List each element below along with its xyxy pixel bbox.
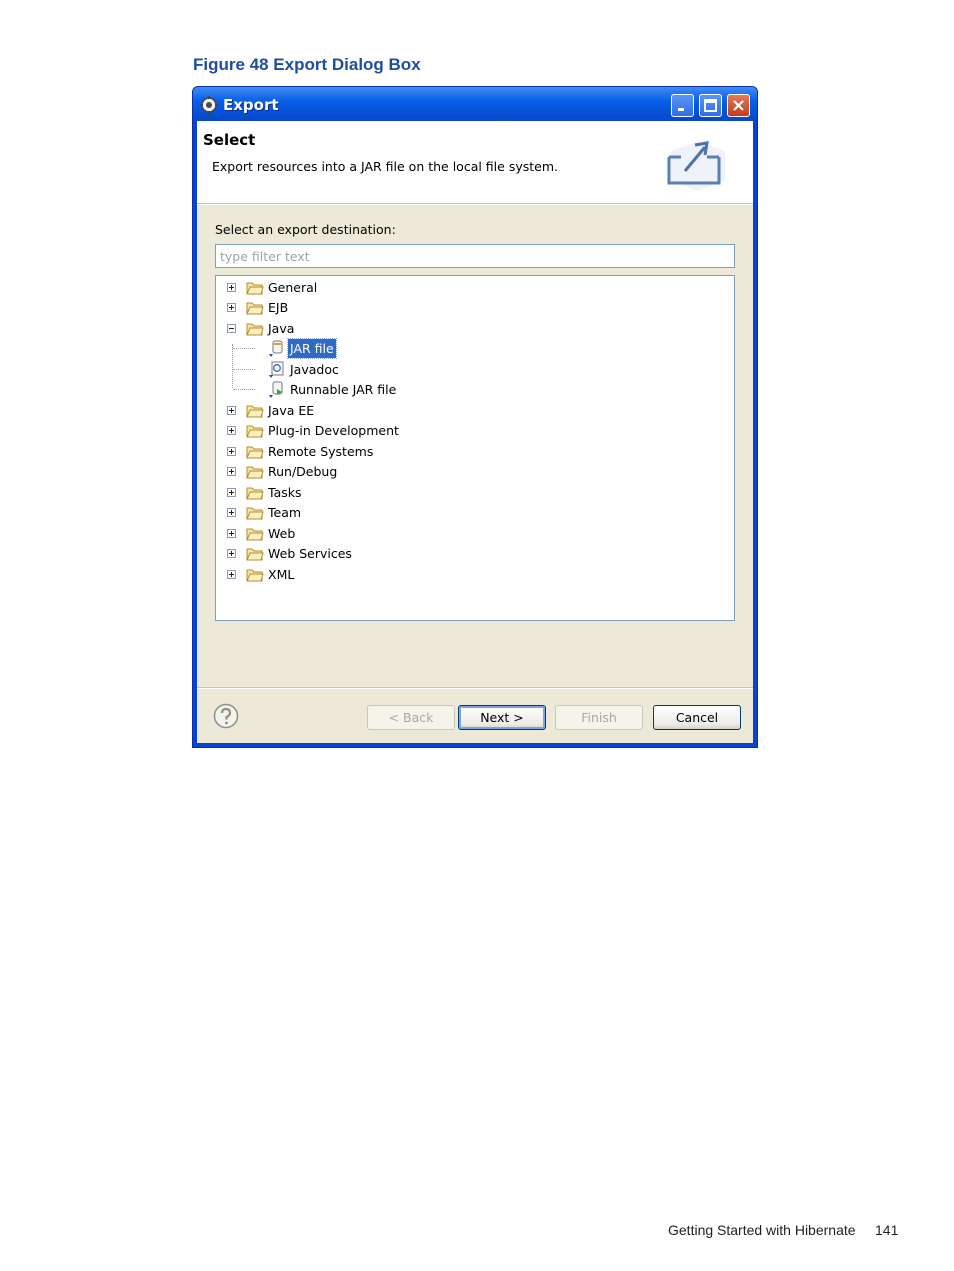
page-number: 141: [875, 1222, 899, 1238]
minimize-button[interactable]: [671, 94, 694, 117]
expand-icon[interactable]: [227, 488, 236, 497]
export-destination-tree[interactable]: General EJB Java JAR file Javadoc Runnab…: [215, 275, 735, 621]
figure-caption: Figure 48 Export Dialog Box: [193, 55, 421, 74]
expand-icon[interactable]: [227, 406, 236, 415]
close-button[interactable]: [727, 94, 750, 117]
expand-icon[interactable]: [227, 447, 236, 456]
banner-title: Select: [203, 131, 256, 149]
wizard-banner: Select Export resources into a JAR file …: [197, 121, 753, 204]
tree-item-team[interactable]: Team: [216, 503, 726, 522]
folder-icon: [246, 302, 264, 315]
folder-icon: [246, 466, 264, 479]
folder-icon: [246, 425, 264, 438]
folder-icon: [246, 528, 264, 541]
banner-divider: [197, 204, 753, 205]
close-icon: [733, 100, 744, 111]
back-button[interactable]: < Back: [367, 705, 455, 730]
tree-item-xml[interactable]: XML: [216, 565, 726, 584]
tree-item-web[interactable]: Web: [216, 524, 726, 543]
export-graphic-icon: [667, 141, 725, 191]
tree-item-remote-systems[interactable]: Remote Systems: [216, 442, 726, 461]
finish-button[interactable]: Finish: [555, 705, 643, 730]
folder-icon: [246, 487, 264, 500]
tree-item-javadoc[interactable]: Javadoc: [216, 360, 726, 379]
banner-description: Export resources into a JAR file on the …: [212, 159, 558, 174]
expand-icon[interactable]: [227, 549, 236, 558]
tree-item-run-debug[interactable]: Run/Debug: [216, 462, 726, 481]
folder-icon: [246, 507, 264, 520]
jar-icon: [269, 340, 283, 357]
dialog-title: Export: [223, 96, 279, 114]
javadoc-icon: [269, 361, 284, 378]
tree-item-jar-file[interactable]: JAR file: [216, 338, 726, 359]
tree-item-tasks[interactable]: Tasks: [216, 483, 726, 502]
tree-item-ejb[interactable]: EJB: [216, 298, 726, 317]
expand-icon[interactable]: [227, 283, 236, 292]
dialog-body: Select Export resources into a JAR file …: [197, 121, 753, 743]
expand-icon[interactable]: [227, 508, 236, 517]
maximize-button[interactable]: [699, 94, 722, 117]
collapse-icon[interactable]: [227, 324, 236, 333]
tree-item-runnable-jar-file[interactable]: Runnable JAR file: [216, 380, 726, 399]
folder-icon: [246, 405, 264, 418]
tree-item-java[interactable]: Java: [216, 319, 726, 338]
folder-icon: [246, 446, 264, 459]
expand-icon[interactable]: [227, 529, 236, 538]
expand-icon[interactable]: [227, 467, 236, 476]
folder-icon: [246, 282, 264, 295]
tree-item-general[interactable]: General: [216, 278, 726, 297]
page-footer-title: Getting Started with Hibernate: [668, 1222, 856, 1238]
footer-divider-highlight: [197, 688, 753, 689]
filter-input[interactable]: [215, 244, 735, 268]
next-button[interactable]: Next >: [458, 705, 546, 730]
runnable-jar-icon: [269, 381, 283, 398]
folder-icon: [246, 569, 264, 582]
tree-item-java-ee[interactable]: Java EE: [216, 401, 726, 420]
cancel-button[interactable]: Cancel: [653, 705, 741, 730]
maximize-icon: [704, 99, 717, 112]
destination-label: Select an export destination:: [215, 222, 396, 237]
folder-open-icon: [246, 323, 264, 336]
expand-icon[interactable]: [227, 426, 236, 435]
tree-item-plug-in-development[interactable]: Plug-in Development: [216, 421, 726, 440]
help-icon[interactable]: [213, 703, 239, 729]
folder-icon: [246, 548, 264, 561]
export-dialog: Export Select Export resources into a JA…: [192, 86, 758, 748]
expand-icon[interactable]: [227, 303, 236, 312]
minimize-icon: [678, 108, 684, 111]
title-bar[interactable]: Export: [193, 87, 757, 121]
tree-item-web-services[interactable]: Web Services: [216, 544, 726, 563]
expand-icon[interactable]: [227, 570, 236, 579]
eclipse-gear-icon: [200, 96, 218, 114]
